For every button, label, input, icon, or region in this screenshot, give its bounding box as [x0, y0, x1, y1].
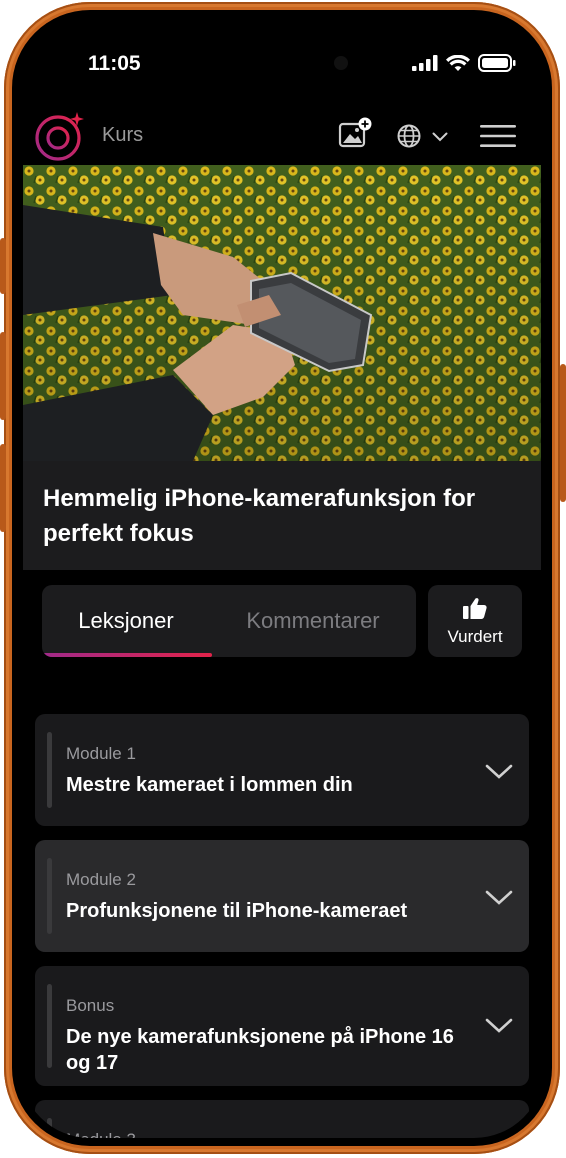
status-time: 11:05: [88, 52, 141, 75]
status-icons: [412, 54, 516, 72]
course-title: Hemmelig iPhone-kamerafunksjon for perfe…: [43, 485, 476, 547]
volume-down-button: [0, 444, 6, 532]
section-label: Kurs: [102, 124, 144, 146]
menu-icon[interactable]: [480, 124, 516, 148]
action-button: [0, 238, 6, 294]
chevron-down-icon[interactable]: [485, 1018, 513, 1034]
add-photo-icon[interactable]: [338, 116, 374, 150]
module-card[interactable]: Module 2 Profunksjonene til iPhone-kamer…: [35, 840, 529, 952]
active-tab-indicator: [42, 653, 212, 657]
tab-kommentarer[interactable]: Kommentarer: [210, 585, 416, 657]
chevron-down-icon[interactable]: [432, 132, 448, 142]
rate-label: Vurdert: [447, 627, 503, 646]
module-card[interactable]: Module 3: [35, 1100, 529, 1138]
module-bar: [47, 984, 52, 1068]
module-card[interactable]: Module 1 Mestre kameraet i lommen din: [35, 714, 529, 826]
content-tabs: Leksjoner Kommentarer: [42, 585, 416, 657]
module-label: Bonus: [66, 996, 115, 1015]
battery-icon: [478, 54, 516, 72]
signal-icon: [412, 55, 438, 71]
wifi-icon: [446, 54, 470, 71]
rate-button[interactable]: Vurdert: [428, 585, 522, 657]
app-logo-icon[interactable]: [34, 110, 86, 162]
module-bar: [47, 732, 52, 808]
dynamic-island: [204, 40, 370, 86]
tab-leksjoner[interactable]: Leksjoner: [42, 585, 210, 657]
course-title-panel: Hemmelig iPhone-kamerafunksjon for perfe…: [23, 461, 541, 570]
module-card[interactable]: Bonus De nye kamerafunksjonene på iPhone…: [35, 966, 529, 1086]
module-title: Mestre kameraet i lommen din: [66, 774, 353, 796]
chevron-down-icon[interactable]: [485, 890, 513, 906]
globe-icon[interactable]: [397, 124, 421, 148]
phone-bezel: 11:05 Kurs Hemmelig iPhone-kamerafunksjo…: [12, 10, 552, 1146]
volume-up-button: [0, 332, 6, 420]
module-title: Profunksjonene til iPhone-kameraet: [66, 900, 408, 922]
module-title: De nye kamerafunksjonene på iPhone 16 og…: [66, 1026, 454, 1074]
power-button: [560, 364, 566, 502]
screen: 11:05 Kurs Hemmelig iPhone-kamerafunksjo…: [20, 18, 544, 1138]
module-bar: [47, 1118, 52, 1138]
course-hero-image: [23, 165, 541, 461]
module-label: Module 1: [66, 744, 136, 763]
front-camera: [334, 56, 348, 70]
module-bar: [47, 858, 52, 934]
chevron-down-icon[interactable]: [485, 764, 513, 780]
thumbs-up-icon: [463, 598, 487, 619]
module-label: Module 2: [66, 870, 136, 889]
module-label: Module 3: [66, 1130, 136, 1138]
